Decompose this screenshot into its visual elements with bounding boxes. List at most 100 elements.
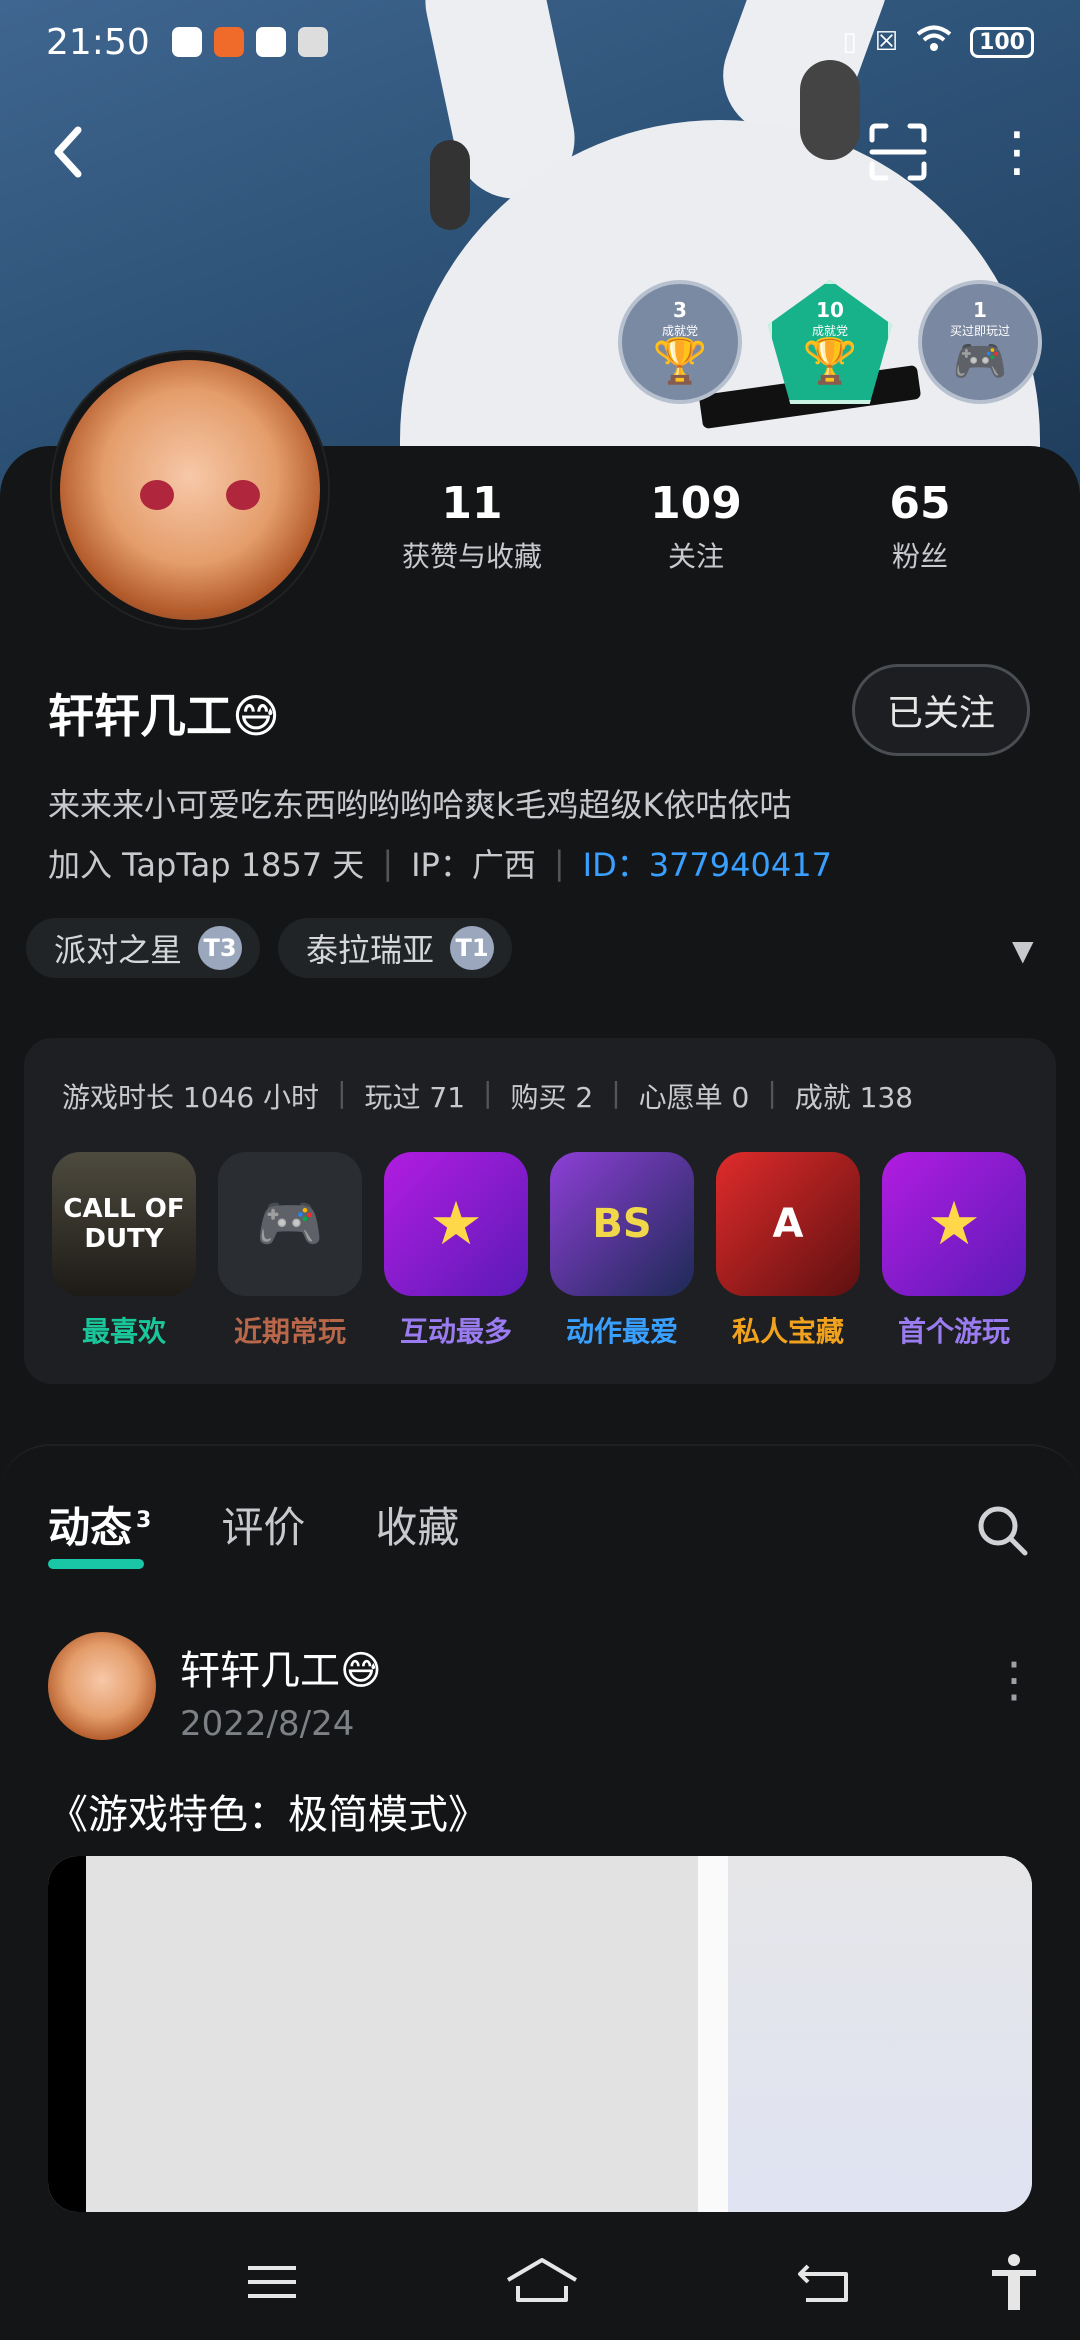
game-summary: 游戏时长 1046 小时 | 玩过 71 | 购买 2 | 心愿单 0 | 成就… <box>62 1076 913 1116</box>
avatar-art <box>130 480 270 510</box>
notification-icons <box>171 27 328 57</box>
expand-tags-icon[interactable]: ▼ <box>1012 934 1034 967</box>
home-icon[interactable] <box>504 2252 580 2312</box>
badge-count: 10 <box>816 298 844 322</box>
game-label: 互动最多 <box>399 1315 512 1348</box>
game-item[interactable]: A 私人宝藏 <box>716 1152 860 1350</box>
user-id[interactable]: ID：377940417 <box>583 840 832 886</box>
game-item[interactable]: ★ 首个游玩 <box>882 1152 1026 1350</box>
tag-name: 派对之星 <box>54 931 183 969</box>
battery-indicator: 100 <box>970 26 1034 58</box>
post-author-avatar[interactable] <box>48 1632 156 1740</box>
image-content <box>48 1856 86 2212</box>
divider: | <box>382 844 394 882</box>
system-navigation-bar <box>0 2212 1080 2340</box>
profile-stats: 11 获赞与收藏 109 关注 65 粉丝 <box>360 478 1060 575</box>
gamepad-icon: 🎮 <box>218 1152 362 1296</box>
return-icon[interactable] <box>794 2252 854 2312</box>
game-showcase: CALL OF DUTY 最喜欢 🎮 近期常玩 ★ 互动最多 BS 动作最爱 A… <box>52 1152 1026 1350</box>
profile-meta: 加入 TapTap 1857 天 | IP：广西 | ID：377940417 <box>48 840 832 886</box>
stat-label: 粉丝 <box>891 540 948 573</box>
post-title[interactable]: 《游戏特色：极简模式》 <box>48 1782 488 1840</box>
post-image[interactable] <box>48 1856 1032 2212</box>
ip-location: IP：广西 <box>411 846 536 884</box>
feed-section: 动态 3 评价 收藏 轩轩几工😅 2022/8/24 ⋮ 《游戏特色：极简模式》 <box>0 1444 1080 2340</box>
avatar[interactable] <box>52 352 328 628</box>
app-notification-icon <box>171 27 202 57</box>
banner-art <box>430 140 470 230</box>
divider: | <box>337 1076 347 1109</box>
scan-icon[interactable] <box>868 122 928 182</box>
menu-icon[interactable] <box>244 2252 304 2312</box>
stat-followers[interactable]: 65 粉丝 <box>808 478 1032 575</box>
stat-label: 获赞与收藏 <box>401 540 542 573</box>
game-label: 动作最爱 <box>565 1315 678 1348</box>
game-item[interactable]: CALL OF DUTY 最喜欢 <box>52 1152 196 1350</box>
status-bar: 21:50 ▯ ☒ 100 <box>0 0 1080 84</box>
trophy-icon: 🏆 <box>802 336 858 387</box>
app-notification-icon <box>213 27 244 57</box>
follow-button[interactable]: 已关注 <box>852 664 1030 756</box>
status-right: ▯ ☒ 100 <box>842 25 1034 60</box>
stat-likes[interactable]: 11 获赞与收藏 <box>360 478 584 575</box>
player-tag[interactable]: 泰拉瑞亚 T1 <box>278 918 513 978</box>
game-stats-panel[interactable]: 游戏时长 1046 小时 | 玩过 71 | 购买 2 | 心愿单 0 | 成就… <box>24 1038 1056 1384</box>
feed-tabs: 动态 3 评价 收藏 <box>48 1494 459 1569</box>
post-date: 2022/8/24 <box>180 1704 355 1744</box>
mail-icon <box>255 27 286 57</box>
tab-label: 动态 <box>48 1503 133 1552</box>
game-label: 最喜欢 <box>81 1315 166 1348</box>
stat-value: 65 <box>889 478 951 529</box>
game-icon: A <box>716 1152 860 1296</box>
game-label: 私人宝藏 <box>731 1315 844 1348</box>
join-days: 加入 TapTap 1857 天 <box>48 846 365 884</box>
stat-value: 109 <box>650 478 742 529</box>
summary-wishlist: 心愿单 0 <box>638 1081 750 1114</box>
divider: | <box>483 1076 493 1109</box>
trophy-icon: 🏆 <box>652 336 708 387</box>
badge-count: 3 <box>673 298 687 322</box>
game-icon: BS <box>550 1152 694 1296</box>
game-label: 近期常玩 <box>233 1315 346 1348</box>
back-arrow-icon[interactable] <box>48 122 108 182</box>
game-icon: ★ <box>384 1152 528 1296</box>
wifi-icon <box>916 25 952 60</box>
summary-bought: 购买 2 <box>510 1081 594 1114</box>
summary-achievements: 成就 138 <box>794 1081 914 1114</box>
accessibility-icon[interactable] <box>984 2252 1044 2312</box>
stat-following[interactable]: 109 关注 <box>584 478 808 575</box>
tab-count: 3 <box>136 1508 152 1533</box>
status-time: 21:50 <box>46 21 150 63</box>
achievement-badge[interactable]: 3 成就党 🏆 <box>618 280 742 404</box>
divider: | <box>553 844 565 882</box>
image-content <box>698 1856 728 2212</box>
more-vertical-icon[interactable]: ⋮ <box>990 1652 1038 1708</box>
game-item[interactable]: BS 动作最爱 <box>550 1152 694 1350</box>
summary-playtime: 游戏时长 1046 小时 <box>62 1081 320 1114</box>
divider: | <box>767 1076 777 1109</box>
tag-level-icon: T3 <box>198 926 243 970</box>
post-author-name[interactable]: 轩轩几工😅 <box>180 1638 382 1696</box>
game-item[interactable]: 🎮 近期常玩 <box>218 1152 362 1350</box>
tag-level-icon: T1 <box>450 926 495 970</box>
more-vertical-icon[interactable]: ⋮ <box>990 125 1044 185</box>
tab-reviews[interactable]: 评价 <box>221 1494 305 1555</box>
tag-name: 泰拉瑞亚 <box>306 931 435 969</box>
summary-played: 玩过 71 <box>364 1081 466 1114</box>
stat-value: 11 <box>441 478 503 529</box>
image-content <box>728 1856 1032 2212</box>
achievement-badge[interactable]: 1 买过即玩过 🎮 <box>918 280 1042 404</box>
player-tag[interactable]: 派对之星 T3 <box>26 918 261 978</box>
search-icon[interactable] <box>974 1502 1030 1558</box>
profile-bio: 来来来小可爱吃东西哟哟哟哈爽k毛鸡超级K依咕依咕 <box>48 786 792 824</box>
game-item[interactable]: ★ 互动最多 <box>384 1152 528 1350</box>
badge-count: 1 <box>973 298 987 322</box>
game-icon: ★ <box>882 1152 1026 1296</box>
gamepad-icon: 🎮 <box>952 336 1008 387</box>
tab-favorites[interactable]: 收藏 <box>375 1494 459 1555</box>
tag-list: 派对之星 T3 泰拉瑞亚 T1 <box>26 918 513 978</box>
stat-label: 关注 <box>667 540 724 573</box>
vibrate-icon: ▯ <box>842 27 857 57</box>
tab-posts[interactable]: 动态 3 <box>48 1494 152 1569</box>
game-icon: CALL OF DUTY <box>52 1152 196 1296</box>
